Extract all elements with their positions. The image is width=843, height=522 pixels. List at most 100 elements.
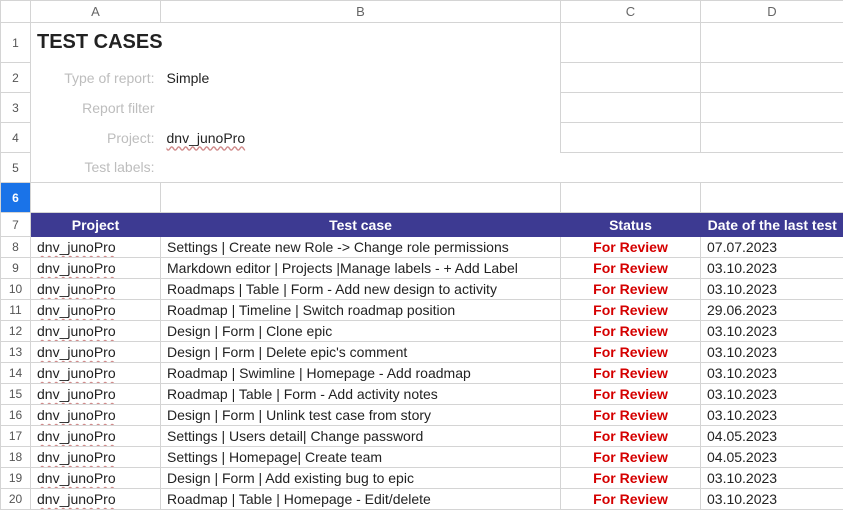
row-number[interactable]: 3 [1, 93, 31, 123]
row-number[interactable]: 9 [1, 258, 31, 279]
cell-status[interactable]: For Review [561, 279, 701, 300]
row-number[interactable]: 10 [1, 279, 31, 300]
corner-cell[interactable] [1, 1, 31, 23]
cell[interactable] [31, 183, 161, 213]
label-test-labels[interactable]: Test labels: [31, 153, 161, 183]
row-number[interactable]: 14 [1, 363, 31, 384]
cell-test-case[interactable]: Design | Form | Clone epic [161, 321, 561, 342]
row-number[interactable]: 18 [1, 447, 31, 468]
cell-date[interactable]: 03.10.2023 [701, 489, 843, 510]
label-type-of-report[interactable]: Type of report: [31, 63, 161, 93]
col-header[interactable]: D [701, 1, 843, 23]
cell-status[interactable]: For Review [561, 489, 701, 510]
cell-status[interactable]: For Review [561, 321, 701, 342]
cell-date[interactable]: 03.10.2023 [701, 342, 843, 363]
cell-status[interactable]: For Review [561, 300, 701, 321]
row-number[interactable]: 5 [1, 153, 31, 183]
cell[interactable] [561, 183, 701, 213]
row-number-selected[interactable]: 6 [1, 183, 31, 213]
cell-test-case[interactable]: Settings | Users detail| Change password [161, 426, 561, 447]
cell-date[interactable]: 03.10.2023 [701, 279, 843, 300]
row-number[interactable]: 16 [1, 405, 31, 426]
row-number[interactable]: 13 [1, 342, 31, 363]
cell-test-case[interactable]: Roadmap | Timeline | Switch roadmap posi… [161, 300, 561, 321]
header-status[interactable]: Status [561, 213, 701, 237]
cell[interactable] [561, 23, 701, 63]
cell-date[interactable]: 03.10.2023 [701, 468, 843, 489]
value-type-of-report[interactable]: Simple [161, 63, 561, 93]
cell-test-case[interactable]: Markdown editor | Projects |Manage label… [161, 258, 561, 279]
value-project[interactable]: dnv_junoPro [161, 123, 561, 153]
header-date[interactable]: Date of the last test [701, 213, 843, 237]
cell[interactable] [161, 183, 561, 213]
cell-test-case[interactable]: Design | Form | Unlink test case from st… [161, 405, 561, 426]
cell[interactable] [561, 153, 701, 183]
value-test-labels[interactable] [161, 153, 561, 183]
cell-test-case[interactable]: Roadmap | Table | Form - Add activity no… [161, 384, 561, 405]
cell-date[interactable]: 03.10.2023 [701, 384, 843, 405]
cell[interactable] [701, 183, 843, 213]
cell-status[interactable]: For Review [561, 342, 701, 363]
cell-test-case[interactable]: Roadmap | Swimline | Homepage - Add road… [161, 363, 561, 384]
cell-date[interactable]: 04.05.2023 [701, 426, 843, 447]
cell-status[interactable]: For Review [561, 468, 701, 489]
row-number[interactable]: 8 [1, 237, 31, 258]
cell-date[interactable]: 03.10.2023 [701, 405, 843, 426]
row-number[interactable]: 12 [1, 321, 31, 342]
cell-status[interactable]: For Review [561, 405, 701, 426]
cell-project[interactable]: dnv_junoPro [31, 405, 161, 426]
cell[interactable] [701, 93, 843, 123]
cell-status[interactable]: For Review [561, 384, 701, 405]
cell-project[interactable]: dnv_junoPro [31, 237, 161, 258]
row-number[interactable]: 4 [1, 123, 31, 153]
label-project[interactable]: Project: [31, 123, 161, 153]
cell-project[interactable]: dnv_junoPro [31, 489, 161, 510]
row-number[interactable]: 11 [1, 300, 31, 321]
cell-date[interactable]: 29.06.2023 [701, 300, 843, 321]
cell-test-case[interactable]: Settings | Homepage| Create team [161, 447, 561, 468]
cell-project[interactable]: dnv_junoPro [31, 468, 161, 489]
col-header[interactable]: A [31, 1, 161, 23]
cell-project[interactable]: dnv_junoPro [31, 321, 161, 342]
cell-project[interactable]: dnv_junoPro [31, 300, 161, 321]
cell[interactable] [561, 123, 701, 153]
cell-date[interactable]: 07.07.2023 [701, 237, 843, 258]
cell-date[interactable]: 04.05.2023 [701, 447, 843, 468]
cell-test-case[interactable]: Design | Form | Delete epic's comment [161, 342, 561, 363]
cell[interactable] [701, 23, 843, 63]
col-header[interactable]: C [561, 1, 701, 23]
cell-project[interactable]: dnv_junoPro [31, 258, 161, 279]
cell-status[interactable]: For Review [561, 258, 701, 279]
label-report-filter[interactable]: Report filter [31, 93, 161, 123]
row-number[interactable]: 19 [1, 468, 31, 489]
cell-project[interactable]: dnv_junoPro [31, 363, 161, 384]
row-number[interactable]: 20 [1, 489, 31, 510]
header-test-case[interactable]: Test case [161, 213, 561, 237]
cell-project[interactable]: dnv_junoPro [31, 279, 161, 300]
value-report-filter[interactable] [161, 93, 561, 123]
row-number[interactable]: 15 [1, 384, 31, 405]
cell-test-case[interactable]: Roadmap | Table | Homepage - Edit/delete [161, 489, 561, 510]
cell-test-case[interactable]: Settings | Create new Role -> Change rol… [161, 237, 561, 258]
col-header[interactable]: B [161, 1, 561, 23]
header-project[interactable]: Project [31, 213, 161, 237]
cell-status[interactable]: For Review [561, 363, 701, 384]
cell-status[interactable]: For Review [561, 237, 701, 258]
row-number[interactable]: 2 [1, 63, 31, 93]
cell-date[interactable]: 03.10.2023 [701, 321, 843, 342]
cell-date[interactable]: 03.10.2023 [701, 258, 843, 279]
cell-date[interactable]: 03.10.2023 [701, 363, 843, 384]
row-number[interactable]: 7 [1, 213, 31, 237]
row-number[interactable]: 17 [1, 426, 31, 447]
page-title[interactable]: TEST CASES [31, 23, 561, 63]
cell[interactable] [561, 93, 701, 123]
cell-project[interactable]: dnv_junoPro [31, 426, 161, 447]
cell[interactable] [701, 63, 843, 93]
cell[interactable] [701, 123, 843, 153]
cell-test-case[interactable]: Roadmaps | Table | Form - Add new design… [161, 279, 561, 300]
cell-status[interactable]: For Review [561, 447, 701, 468]
cell-project[interactable]: dnv_junoPro [31, 384, 161, 405]
spreadsheet-grid[interactable]: A B C D 1 TEST CASES 2 Type of report: S… [0, 0, 843, 510]
row-number[interactable]: 1 [1, 23, 31, 63]
cell-project[interactable]: dnv_junoPro [31, 447, 161, 468]
